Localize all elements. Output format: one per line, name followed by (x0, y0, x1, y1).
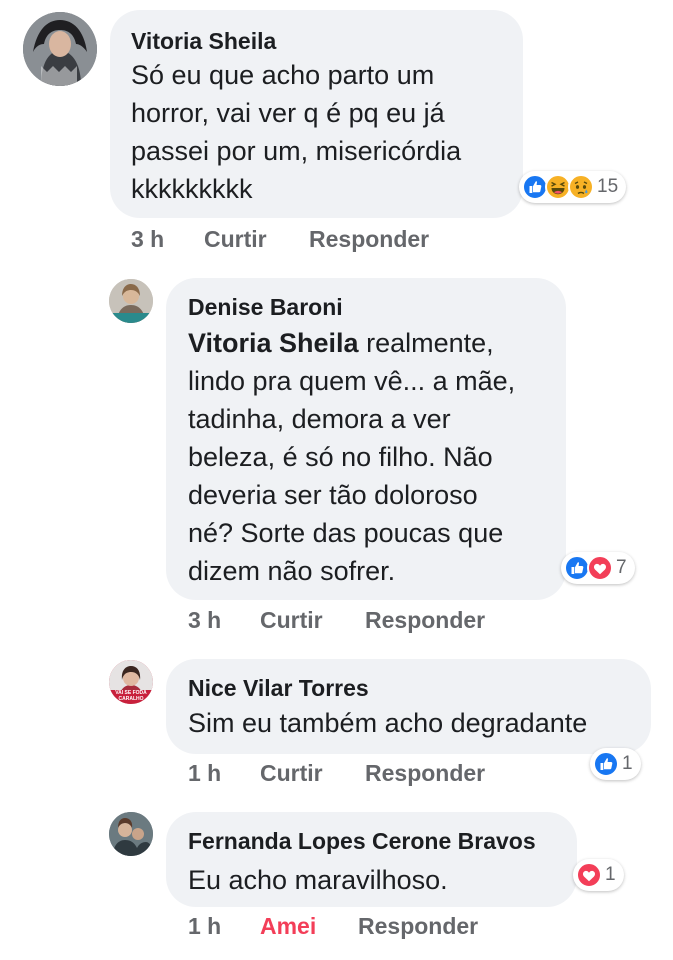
author-name[interactable]: Fernanda Lopes Cerone Bravos (188, 828, 536, 855)
reaction-count: 15 (597, 176, 619, 197)
comment-line: beleza, é só no filho. Não (188, 442, 493, 472)
avatar[interactable] (23, 12, 97, 86)
timestamp[interactable]: 1 h (188, 760, 221, 787)
avatar-caption-line: CARALHO (118, 696, 144, 702)
comment-line: Vitoria Sheila realmente, (188, 324, 494, 362)
timestamp[interactable]: 3 h (131, 226, 164, 253)
reaction-count: 7 (616, 557, 627, 578)
comment-line: kkkkkkkkk (131, 174, 253, 204)
like-button[interactable]: Curtir (260, 607, 323, 634)
avatar[interactable]: VAI SE FODA CARALHO (109, 660, 153, 704)
love-reacted-button[interactable]: Amei (260, 913, 316, 940)
like-button[interactable]: Curtir (260, 760, 323, 787)
comment-line: Eu acho maravilhoso. (188, 865, 448, 895)
comment-line: passei por um, misericórdia (131, 136, 462, 166)
reaction-summary[interactable]: 15 (519, 171, 627, 203)
like-icon (593, 751, 619, 777)
profile-photo-icon (109, 279, 153, 323)
profile-photo-icon (109, 812, 153, 856)
profile-photo-icon (23, 12, 97, 86)
comment-line-rest: realmente, (358, 328, 494, 358)
reply-button[interactable]: Responder (358, 913, 478, 940)
timestamp[interactable]: 3 h (188, 607, 221, 634)
comment-line: horror, vai ver q é pq eu já (131, 98, 445, 128)
reaction-summary[interactable]: 7 (561, 552, 635, 584)
reaction-summary[interactable]: 1 (590, 748, 641, 780)
sad-icon (568, 174, 594, 200)
avatar-caption: VAI SE FODA CARALHO (109, 690, 153, 702)
comment-line: Só eu que acho parto um (131, 60, 435, 90)
reply-button[interactable]: Responder (309, 226, 429, 253)
like-button[interactable]: Curtir (204, 226, 267, 253)
love-icon (587, 555, 613, 581)
love-icon (576, 862, 602, 888)
reaction-count: 1 (605, 864, 616, 885)
author-name[interactable]: Denise Baroni (188, 294, 343, 321)
comment-line: lindo pra quem vê... a mãe, (188, 366, 516, 396)
reaction-summary[interactable]: 1 (573, 859, 624, 891)
comment-line: deveria ser tão doloroso (188, 480, 478, 510)
comment-line: tadinha, demora a ver (188, 404, 451, 434)
author-name[interactable]: Nice Vilar Torres (188, 675, 369, 702)
comment-line: dizem não sofrer. (188, 556, 396, 586)
author-name[interactable]: Vitoria Sheila (131, 28, 276, 55)
mention-link[interactable]: Vitoria Sheila (188, 328, 359, 358)
reply-button[interactable]: Responder (365, 760, 485, 787)
comment-line: Sim eu também acho degradante (188, 708, 588, 738)
comment-line: né? Sorte das poucas que (188, 518, 504, 548)
reply-button[interactable]: Responder (365, 607, 485, 634)
timestamp[interactable]: 1 h (188, 913, 221, 940)
avatar[interactable] (109, 279, 153, 323)
reaction-count: 1 (622, 753, 633, 774)
avatar[interactable] (109, 812, 153, 856)
